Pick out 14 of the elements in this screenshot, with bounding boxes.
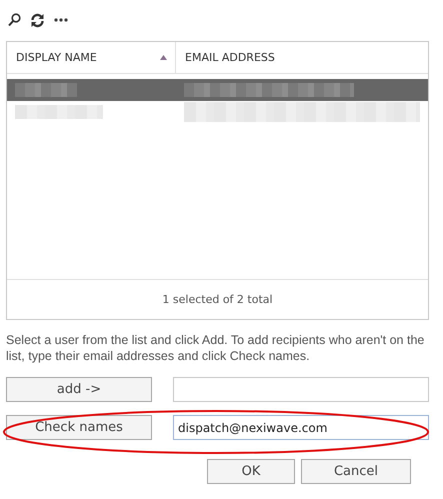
- column-header[interactable]: EMAIL ADDRESS: [176, 42, 428, 73]
- input-field[interactable]: [173, 377, 429, 402]
- more-icon[interactable]: [54, 18, 68, 22]
- column-header[interactable]: DISPLAY NAME: [7, 42, 176, 73]
- input-field[interactable]: dispatch@nexiwave.com: [173, 415, 429, 440]
- action-button[interactable]: Check names: [6, 415, 152, 440]
- selection-count: 1 selected of 2 total: [162, 293, 273, 306]
- search-icon[interactable]: [8, 13, 21, 27]
- dialog-button[interactable]: OK: [207, 459, 295, 484]
- instructions-text: Select a user from the list and click Add. To add recipients who aren't on the list, type their email addresses and click Check names.: [6, 332, 426, 364]
- action-button[interactable]: add ->: [6, 377, 152, 402]
- dialog-button[interactable]: Cancel: [301, 459, 411, 484]
- redacted-text: [15, 83, 77, 97]
- refresh-icon[interactable]: [30, 12, 45, 28]
